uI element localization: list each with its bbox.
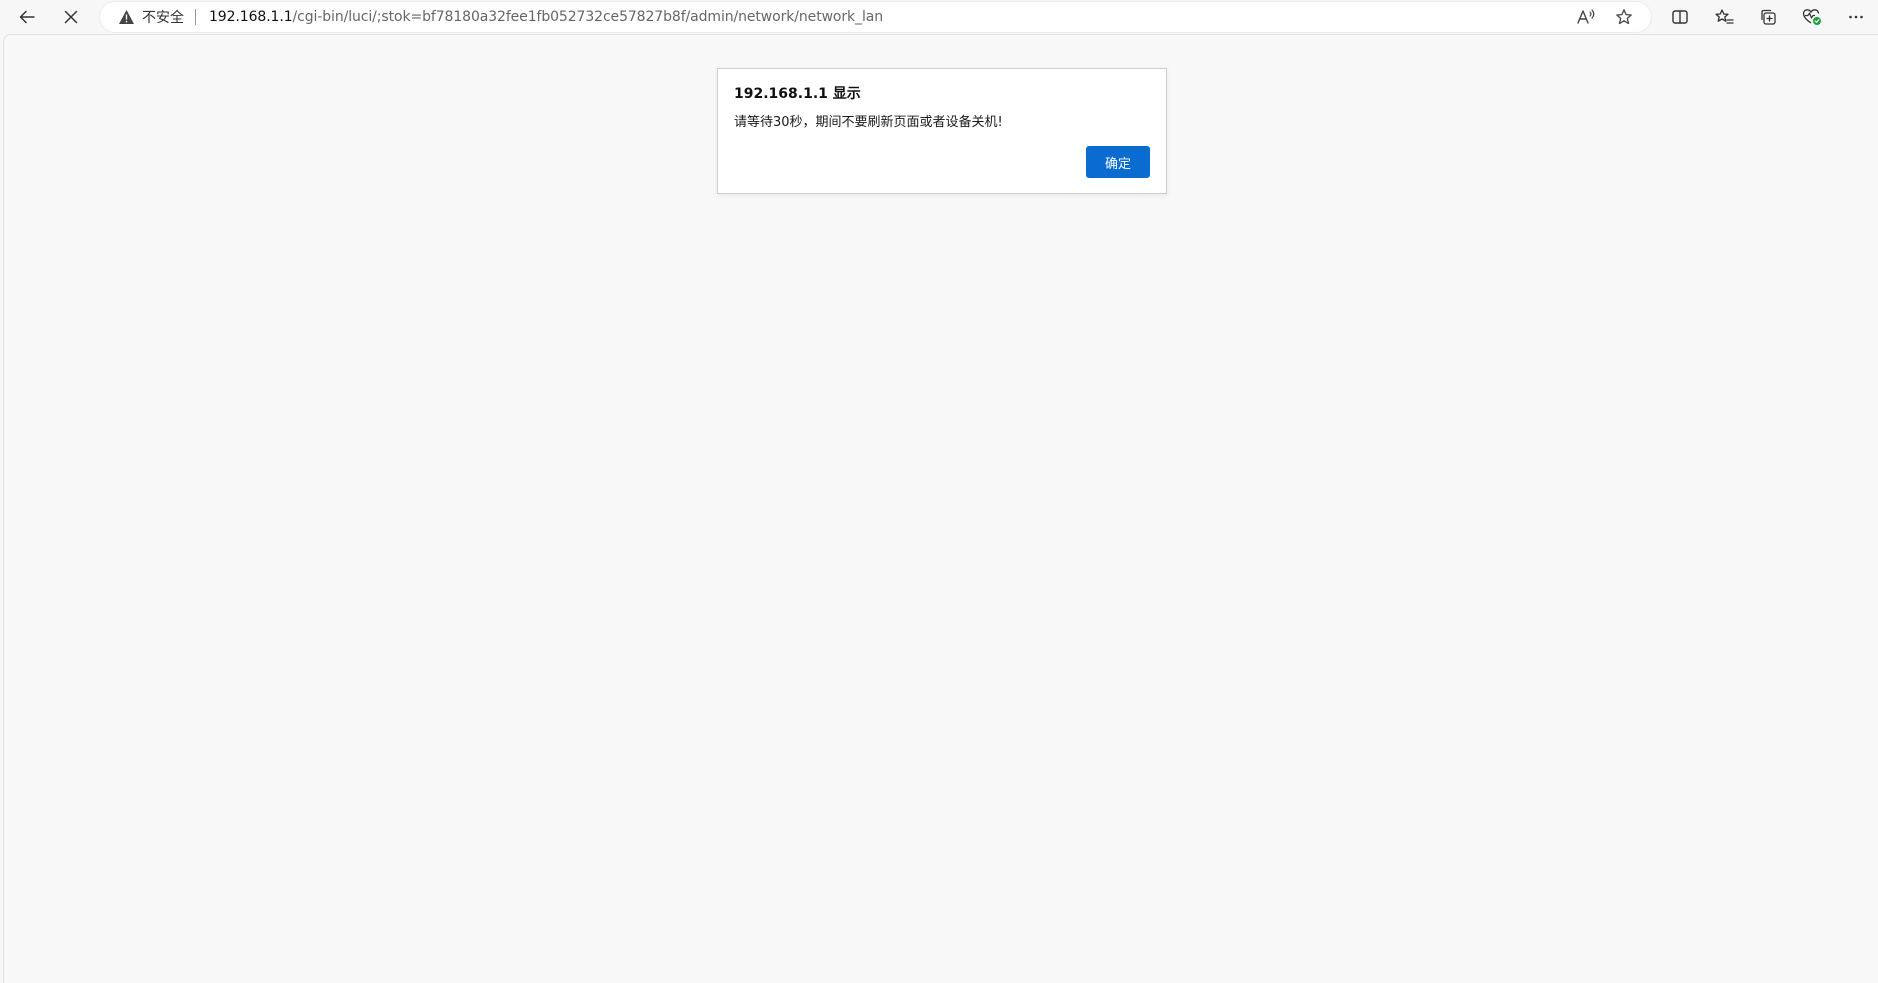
dialog-title: 192.168.1.1 显示: [734, 86, 861, 102]
address-separator: [195, 9, 196, 25]
stop-loading-button[interactable]: [53, 2, 89, 32]
alert-dialog: 192.168.1.1 显示 请等待30秒，期间不要刷新页面或者设备关机! 确定: [717, 68, 1167, 194]
read-aloud-icon: [1576, 8, 1596, 26]
browser-essentials-button[interactable]: [1790, 2, 1834, 32]
favorites-list-icon: [1714, 8, 1734, 26]
star-icon: [1615, 8, 1633, 26]
security-status-label[interactable]: 不安全: [142, 7, 184, 27]
split-screen-icon: [1671, 8, 1689, 26]
page-viewport: 192.168.1.1 显示 请等待30秒，期间不要刷新页面或者设备关机! 确定: [3, 34, 1878, 983]
dialog-message: 请等待30秒，期间不要刷新页面或者设备关机!: [734, 115, 1003, 130]
browser-right-tools: [1658, 2, 1878, 32]
more-button[interactable]: [1834, 2, 1878, 32]
address-bar[interactable]: 不安全 192.168.1.1/cgi-bin/luci/;stok=bf781…: [100, 2, 1651, 32]
address-bar-actions: [1569, 2, 1641, 32]
split-screen-button[interactable]: [1658, 2, 1702, 32]
back-button[interactable]: [9, 2, 45, 32]
more-dots-icon: [1847, 8, 1865, 26]
arrow-left-icon: [18, 8, 36, 26]
close-icon: [63, 9, 79, 25]
read-aloud-button[interactable]: [1569, 2, 1603, 32]
collections-icon: [1759, 8, 1777, 26]
heart-pulse-icon: [1802, 8, 1822, 26]
favorites-button[interactable]: [1702, 2, 1746, 32]
browser-window: 不安全 192.168.1.1/cgi-bin/luci/;stok=bf781…: [0, 0, 1878, 983]
url-text[interactable]: 192.168.1.1/cgi-bin/luci/;stok=bf78180a3…: [209, 9, 883, 25]
collections-button[interactable]: [1746, 2, 1790, 32]
browser-toolbar: 不安全 192.168.1.1/cgi-bin/luci/;stok=bf781…: [0, 0, 1878, 34]
add-favorite-button[interactable]: [1607, 2, 1641, 32]
url-path: /cgi-bin/luci/;stok=bf78180a32fee1fb0527…: [292, 9, 884, 25]
url-host: 192.168.1.1: [209, 9, 293, 25]
warning-triangle-icon[interactable]: [117, 8, 135, 26]
ok-button[interactable]: 确定: [1086, 146, 1150, 178]
